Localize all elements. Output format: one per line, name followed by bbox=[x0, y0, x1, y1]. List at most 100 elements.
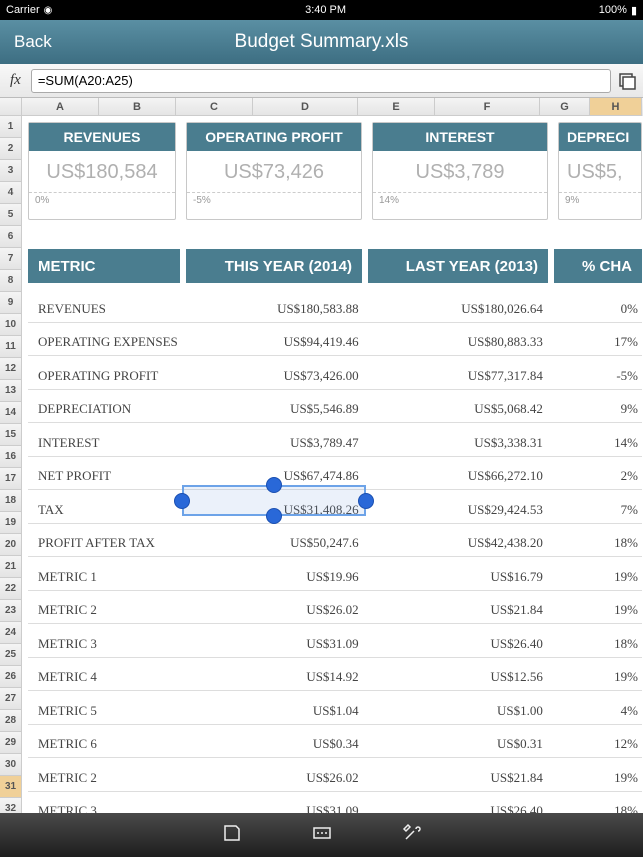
cell-last-year: US$21.84 bbox=[369, 602, 553, 618]
battery-label: 100% bbox=[599, 4, 627, 16]
formula-input[interactable] bbox=[31, 69, 611, 93]
cell-metric: INTEREST bbox=[28, 435, 184, 451]
sheets-icon[interactable] bbox=[615, 69, 639, 93]
carrier-label: Carrier bbox=[6, 4, 40, 16]
row-3[interactable]: 3 bbox=[0, 160, 22, 182]
col-C[interactable]: C bbox=[176, 98, 253, 116]
row-13[interactable]: 13 bbox=[0, 380, 22, 402]
cell-pct: 0% bbox=[553, 301, 642, 317]
selection-handle-top[interactable] bbox=[266, 477, 282, 493]
row-24[interactable]: 24 bbox=[0, 622, 22, 644]
table-row[interactable]: METRIC 5US$1.04US$1.004% bbox=[28, 694, 642, 728]
col-B[interactable]: B bbox=[99, 98, 176, 116]
status-bar: Carrier ◉ 3:40 PM 100% ▮ bbox=[0, 0, 643, 20]
cell-this-year: US$1.04 bbox=[184, 703, 368, 719]
table-row[interactable]: INTERESTUS$3,789.47US$3,338.3114% bbox=[28, 426, 642, 460]
row-10[interactable]: 10 bbox=[0, 314, 22, 336]
selection-handle-left[interactable] bbox=[174, 493, 190, 509]
row-12[interactable]: 12 bbox=[0, 358, 22, 380]
table-row[interactable]: METRIC 4US$14.92US$12.5619% bbox=[28, 661, 642, 695]
row-5[interactable]: 5 bbox=[0, 204, 22, 226]
cell-this-year: US$26.02 bbox=[184, 602, 368, 618]
table-row[interactable]: OPERATING EXPENSESUS$94,419.46US$80,883.… bbox=[28, 326, 642, 360]
row-22[interactable]: 22 bbox=[0, 578, 22, 600]
table-row[interactable]: METRIC 2US$26.02US$21.8419% bbox=[28, 594, 642, 628]
row-2[interactable]: 2 bbox=[0, 138, 22, 160]
cell-metric: REVENUES bbox=[28, 301, 184, 317]
table-row[interactable]: METRIC 2US$26.02US$21.8419% bbox=[28, 761, 642, 795]
col-E[interactable]: E bbox=[358, 98, 435, 116]
col-A[interactable]: A bbox=[22, 98, 99, 116]
cells-area[interactable]: REVENUES US$180,584 0% OPERATING PROFIT … bbox=[22, 116, 643, 830]
col-G[interactable]: G bbox=[540, 98, 590, 116]
card-value: US$3,789 bbox=[373, 151, 547, 192]
col-F[interactable]: F bbox=[435, 98, 540, 116]
selection-handle-right[interactable] bbox=[358, 493, 374, 509]
row-30[interactable]: 30 bbox=[0, 754, 22, 776]
selection-handle-bottom[interactable] bbox=[266, 508, 282, 524]
row-28[interactable]: 28 bbox=[0, 710, 22, 732]
card-title: OPERATING PROFIT bbox=[187, 123, 361, 151]
cell-pct: 18% bbox=[553, 535, 642, 551]
header-this-year: THIS YEAR (2014) bbox=[186, 249, 362, 283]
cell-last-year: US$42,438.20 bbox=[369, 535, 553, 551]
cell-last-year: US$21.84 bbox=[369, 770, 553, 786]
table-row[interactable]: METRIC 6US$0.34US$0.3112% bbox=[28, 728, 642, 762]
row-17[interactable]: 17 bbox=[0, 468, 22, 490]
row-25[interactable]: 25 bbox=[0, 644, 22, 666]
row-27[interactable]: 27 bbox=[0, 688, 22, 710]
cell-pct: 14% bbox=[553, 435, 642, 451]
card-interest: INTEREST US$3,789 14% bbox=[372, 122, 548, 220]
row-16[interactable]: 16 bbox=[0, 446, 22, 468]
row-6[interactable]: 6 bbox=[0, 226, 22, 248]
col-H[interactable]: H bbox=[590, 98, 642, 116]
row-23[interactable]: 23 bbox=[0, 600, 22, 622]
cell-last-year: US$66,272.10 bbox=[369, 468, 553, 484]
cell-this-year: US$3,789.47 bbox=[184, 435, 368, 451]
row-15[interactable]: 15 bbox=[0, 424, 22, 446]
row-31[interactable]: 31 bbox=[0, 776, 22, 798]
card-title: DEPRECI bbox=[559, 123, 641, 151]
card-pct: 9% bbox=[559, 192, 641, 208]
row-20[interactable]: 20 bbox=[0, 534, 22, 556]
row-19[interactable]: 19 bbox=[0, 512, 22, 534]
table-row[interactable]: PROFIT AFTER TAXUS$50,247.6US$42,438.201… bbox=[28, 527, 642, 561]
cell-metric: METRIC 2 bbox=[28, 770, 184, 786]
card-title: REVENUES bbox=[29, 123, 175, 151]
row-21[interactable]: 21 bbox=[0, 556, 22, 578]
col-D[interactable]: D bbox=[253, 98, 358, 116]
row-26[interactable]: 26 bbox=[0, 666, 22, 688]
row-11[interactable]: 11 bbox=[0, 336, 22, 358]
cell-last-year: US$3,338.31 bbox=[369, 435, 553, 451]
row-4[interactable]: 4 bbox=[0, 182, 22, 204]
table-row[interactable]: OPERATING PROFITUS$73,426.00US$77,317.84… bbox=[28, 359, 642, 393]
cell-last-year: US$0.31 bbox=[369, 736, 553, 752]
row-29[interactable]: 29 bbox=[0, 732, 22, 754]
table-row[interactable]: REVENUESUS$180,583.88US$180,026.640% bbox=[28, 292, 642, 326]
spreadsheet-grid[interactable]: A B C D E F G H 123456789101112131415161… bbox=[0, 98, 643, 830]
card-pct: -5% bbox=[187, 192, 361, 208]
format-icon[interactable] bbox=[222, 823, 242, 848]
column-headers: A B C D E F G H bbox=[0, 98, 643, 116]
cell-last-year: US$29,424.53 bbox=[369, 502, 553, 518]
card-depreciation: DEPRECI US$5, 9% bbox=[558, 122, 642, 220]
tools-icon[interactable] bbox=[402, 823, 422, 848]
row-8[interactable]: 8 bbox=[0, 270, 22, 292]
row-1[interactable]: 1 bbox=[0, 116, 22, 138]
table-row[interactable]: DEPRECIATIONUS$5,546.89US$5,068.429% bbox=[28, 393, 642, 427]
table-row[interactable]: METRIC 1US$19.96US$16.7919% bbox=[28, 560, 642, 594]
table-row[interactable]: METRIC 3US$31.09US$26.4018% bbox=[28, 627, 642, 661]
keyboard-icon[interactable] bbox=[312, 823, 332, 848]
row-9[interactable]: 9 bbox=[0, 292, 22, 314]
row-18[interactable]: 18 bbox=[0, 490, 22, 512]
status-time: 3:40 PM bbox=[305, 4, 346, 16]
formula-bar: fx bbox=[0, 64, 643, 98]
cell-metric: METRIC 1 bbox=[28, 569, 184, 585]
row-14[interactable]: 14 bbox=[0, 402, 22, 424]
row-7[interactable]: 7 bbox=[0, 248, 22, 270]
cell-metric: METRIC 5 bbox=[28, 703, 184, 719]
cell-metric: DEPRECIATION bbox=[28, 401, 184, 417]
cell-this-year: US$50,247.6 bbox=[184, 535, 368, 551]
back-button[interactable]: Back bbox=[14, 32, 52, 52]
corner-cell[interactable] bbox=[0, 98, 22, 116]
